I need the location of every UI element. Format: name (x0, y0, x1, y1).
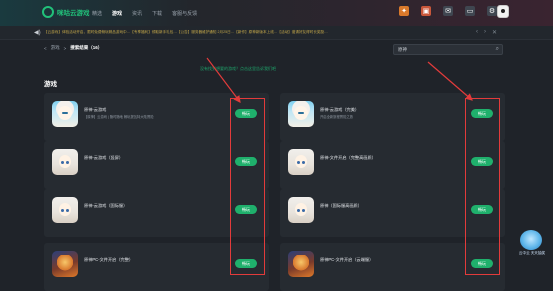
game-title: 原神-云游戏（竖屏） (84, 155, 124, 160)
back-icon[interactable]: < (44, 46, 47, 51)
game-title: 原神-文件开启（完整高画质） (320, 155, 376, 160)
floating-promo[interactable]: 云中云 天天抽奖 (514, 230, 550, 260)
notice-next-icon[interactable]: › (484, 29, 486, 36)
nav-item-news[interactable]: 资讯 (132, 10, 142, 17)
game-title: 原神-云游戏 (84, 107, 107, 112)
game-cover-image (288, 251, 314, 277)
game-title: 原神（国际服高画质） (320, 203, 362, 208)
header-icons: ✦ ▣ ✉ ▭ ⚙ (399, 6, 497, 16)
message-icon[interactable]: ✉ (443, 6, 453, 16)
settings-icon[interactable]: ⚙ (487, 6, 497, 16)
play-button[interactable]: 畅玩 (471, 259, 493, 268)
game-card[interactable]: 原神-云游戏（国际服） 畅玩 (44, 189, 269, 237)
sign-in-icon[interactable]: ✦ (399, 6, 409, 16)
game-title: 原神-云游戏（国际服） (84, 203, 128, 208)
game-card[interactable]: 原神-云游戏（竖屏） 畅玩 (44, 141, 269, 189)
game-description: 【原神】云游戏 | 随时随地 畅玩提瓦特大陆冒险 (84, 115, 154, 119)
game-cover-image (288, 149, 314, 175)
notice-close-icon[interactable]: ✕ (492, 29, 497, 36)
search-box: ⌕ (393, 44, 503, 55)
promo-label: 云中云 天天抽奖 (518, 251, 546, 255)
game-card[interactable]: 原神-云游戏（完美） 开启全新旅程冒险之旅 畅玩 (280, 93, 505, 141)
game-title: 原神PC-文件开启（完整） (84, 257, 134, 262)
nav-item-support[interactable]: 客服与反馈 (172, 10, 197, 17)
play-button[interactable]: 畅玩 (235, 157, 257, 166)
notice-prev-icon[interactable]: ‹ (476, 29, 478, 36)
nav-item-games[interactable]: 游戏 (112, 10, 122, 17)
play-button[interactable]: 畅玩 (471, 109, 493, 118)
breadcrumb-separator: > (63, 45, 67, 51)
speaker-icon: ◀) (34, 30, 41, 36)
game-cover-image (288, 197, 314, 223)
game-card[interactable]: 原神-云游戏 【原神】云游戏 | 随时随地 畅玩提瓦特大陆冒险 畅玩 (44, 93, 269, 141)
play-button[interactable]: 畅玩 (471, 205, 493, 214)
play-button[interactable]: 畅玩 (471, 157, 493, 166)
game-cover-image (52, 149, 78, 175)
nav-item-featured[interactable]: 精选 (92, 10, 102, 17)
play-button[interactable]: 畅玩 (235, 259, 257, 268)
notice-message[interactable]: 【云游戏】体验活动开启，限时免费畅玩精品游戏中…【专享福利】领取新手礼包…【公告… (44, 30, 328, 35)
game-title: 原神-云游戏（完美） (320, 107, 360, 112)
game-card[interactable]: 原神PC-文件开启（云端服） 畅玩 (280, 243, 505, 291)
notice-controls: ‹ › ✕ (476, 29, 497, 36)
game-card[interactable]: 原神（国际服高画质） 畅玩 (280, 189, 505, 237)
game-card[interactable]: 原神PC-文件开启（完整） 畅玩 (44, 243, 269, 291)
search-icon[interactable]: ⌕ (496, 46, 499, 53)
play-button[interactable]: 畅玩 (235, 109, 257, 118)
breadcrumb-current: 搜索结果（16） (70, 45, 103, 50)
logo-text: 咪咕云游戏 (57, 10, 90, 17)
main-nav: 精选 游戏 资讯 下载 客服与反馈 (92, 10, 197, 17)
game-cover-image (288, 101, 314, 127)
game-title: 原神PC-文件开启（云端服） (320, 257, 374, 262)
game-card[interactable]: 原神-文件开启（完整高画质） 畅玩 (280, 141, 505, 189)
feedback-tip[interactable]: 没有找到想要的游戏？点击这里告诉我们吧 (200, 66, 276, 72)
nav-item-download[interactable]: 下载 (152, 10, 162, 17)
game-cover-image (52, 101, 78, 127)
top-bar: 咪咕云游戏 精选 游戏 资讯 下载 客服与反馈 ✦ ▣ ✉ ▭ ⚙ (0, 0, 553, 27)
section-title: 游戏 (44, 81, 57, 88)
game-cover-image (52, 197, 78, 223)
gift-icon[interactable]: ▣ (421, 6, 431, 16)
screen-icon[interactable]: ▭ (465, 6, 475, 16)
play-button[interactable]: 畅玩 (235, 205, 257, 214)
user-avatar[interactable] (497, 5, 509, 18)
site-logo[interactable]: 咪咕云游戏 (42, 6, 90, 18)
notice-bar: ◀) 【云游戏】体验活动开启，限时免费畅玩精品游戏中…【专享福利】领取新手礼包…… (0, 26, 553, 40)
promo-image (520, 230, 542, 250)
search-input[interactable] (398, 46, 486, 54)
breadcrumb-home[interactable]: 游戏 (51, 45, 60, 51)
game-cover-image (52, 251, 78, 277)
breadcrumb: < 游戏 > 搜索结果（16） (44, 45, 102, 51)
game-description: 开启全新旅程冒险之旅 (320, 115, 353, 119)
logo-icon (42, 6, 54, 18)
